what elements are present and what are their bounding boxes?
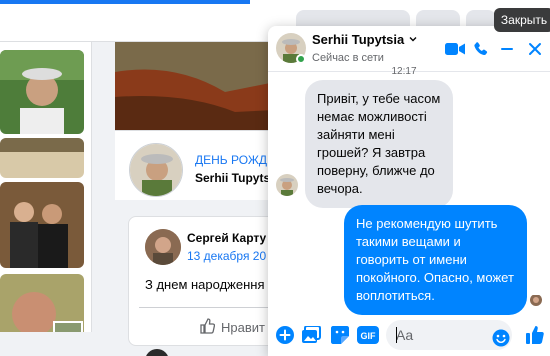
phone-call-icon[interactable]: [470, 38, 492, 60]
avatar[interactable]: [129, 143, 183, 197]
photo-thumbnail[interactable]: [0, 274, 84, 332]
svg-text:GIF: GIF: [361, 331, 377, 341]
message-composer: GIF: [268, 316, 550, 356]
photo-thumbnail[interactable]: [0, 50, 84, 134]
avatar[interactable]: [145, 349, 169, 356]
online-status: Сейчас в сети: [312, 52, 384, 64]
plus-icon[interactable]: [274, 324, 296, 346]
photo-thumbnail[interactable]: [0, 182, 84, 268]
emoji-icon[interactable]: [490, 327, 512, 349]
post-author[interactable]: Сергей Карту: [187, 231, 266, 245]
like-button[interactable]: Нравит: [199, 315, 265, 339]
sticker-icon[interactable]: [329, 324, 351, 346]
close-tooltip: Закрыть: [494, 8, 550, 32]
outgoing-message[interactable]: Не рекомендую шутить такими вещами и гов…: [344, 205, 527, 315]
like-label: Нравит: [221, 319, 265, 335]
photos-grid: [0, 42, 92, 332]
message-timestamp: 12:17: [391, 66, 417, 77]
top-accent-strip: [0, 0, 250, 4]
birthday-label: ДЕНЬ РОЖД: [195, 153, 268, 167]
incoming-message[interactable]: Привіт, у тебе часом немає можливості за…: [305, 80, 453, 208]
image-icon[interactable]: [301, 324, 323, 346]
post-date[interactable]: 13 декабря 20: [187, 249, 266, 263]
text-cursor: [396, 327, 397, 343]
thumbs-up-icon[interactable]: [524, 324, 546, 346]
birthday-card: ДЕНЬ РОЖД Serhii Tupyts: [115, 130, 275, 200]
avatar[interactable]: [145, 229, 181, 265]
seen-avatar: [530, 294, 542, 306]
close-icon[interactable]: [524, 38, 546, 60]
chat-contact-name[interactable]: Serhii Tupytsia: [312, 32, 418, 47]
gif-icon[interactable]: GIF: [357, 324, 379, 346]
messenger-chat-window: Serhii Tupytsia Сейчас в сети 12:17 Прив…: [268, 26, 550, 356]
chevron-down-icon: [408, 32, 418, 47]
avatar[interactable]: [276, 174, 298, 196]
post-image[interactable]: [115, 42, 275, 130]
photo-thumbnail[interactable]: [0, 138, 84, 178]
thumbs-up-icon: [199, 317, 216, 337]
contact-name-text: Serhii Tupytsia: [312, 32, 405, 47]
minimize-icon[interactable]: [496, 38, 518, 60]
post-text: З днем народження: [145, 277, 265, 292]
online-indicator: [296, 54, 306, 64]
feed-post: Сергей Карту 13 декабря 20 З днем народж…: [128, 216, 278, 346]
birthday-person-name[interactable]: Serhii Tupyts: [195, 171, 270, 185]
divider: [139, 307, 277, 308]
video-call-icon[interactable]: [444, 38, 466, 60]
